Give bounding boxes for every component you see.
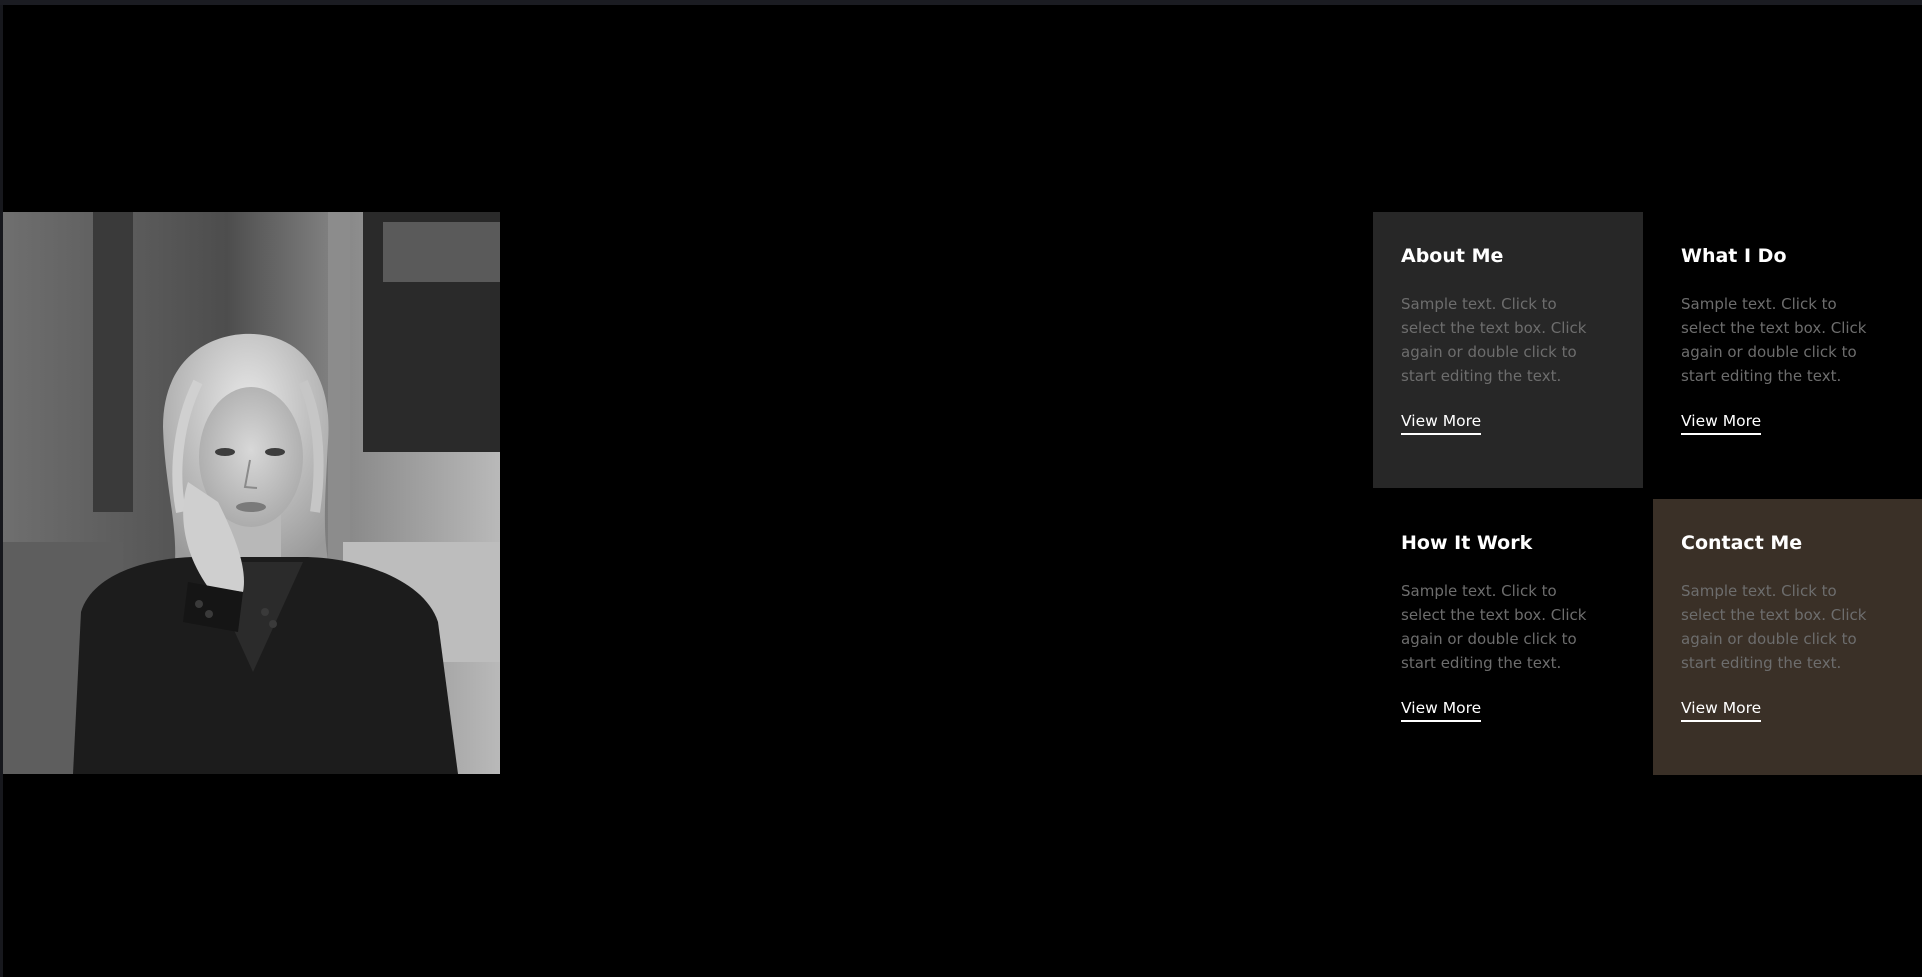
card-title: About Me xyxy=(1401,245,1504,267)
view-more-link[interactable]: View More xyxy=(1401,697,1482,722)
card-how-it-work: How It Work Sample text. Click to select… xyxy=(1373,499,1643,775)
card-text: Sample text. Click to select the text bo… xyxy=(1401,582,1587,672)
view-more-link[interactable]: View More xyxy=(1681,697,1762,722)
card-about-me: About Me Sample text. Click to select th… xyxy=(1373,212,1643,488)
card-what-i-do: What I Do Sample text. Click to select t… xyxy=(1653,212,1922,488)
card-title: What I Do xyxy=(1681,245,1787,267)
card-title: How It Work xyxy=(1401,532,1533,554)
card-text: Sample text. Click to select the text bo… xyxy=(1681,582,1867,672)
card-text: Sample text. Click to select the text bo… xyxy=(1681,295,1867,385)
card-text: Sample text. Click to select the text bo… xyxy=(1401,295,1587,385)
card-title: Contact Me xyxy=(1681,532,1803,554)
view-more-link[interactable]: View More xyxy=(1401,410,1482,435)
view-more-link[interactable]: View More xyxy=(1681,410,1762,435)
card-contact-me: Contact Me Sample text. Click to select … xyxy=(1653,499,1922,775)
portrait-photo xyxy=(3,212,500,774)
